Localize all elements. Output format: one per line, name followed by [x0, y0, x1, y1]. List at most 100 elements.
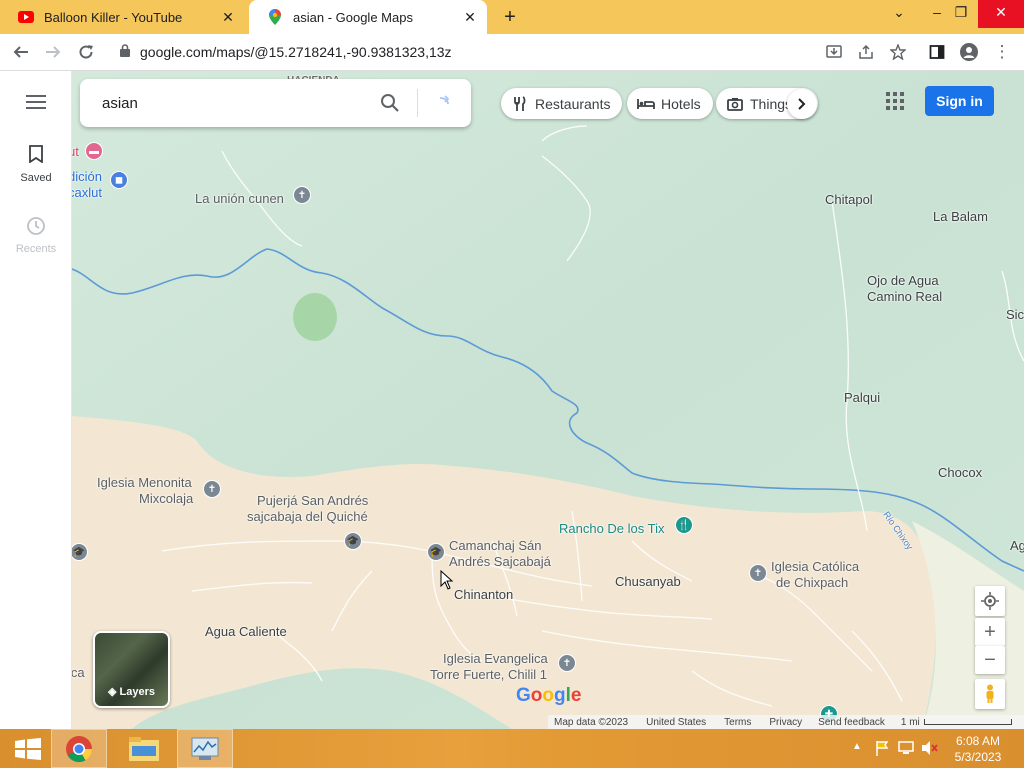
bed-icon: [637, 98, 655, 110]
volume-muted-icon[interactable]: [921, 740, 939, 761]
maps-side-rail: Saved Recents: [0, 71, 72, 729]
windows-start-icon[interactable]: [0, 729, 56, 768]
place-label[interactable]: La unión cunen: [195, 191, 284, 207]
camera-icon: [726, 97, 744, 111]
place-label[interactable]: Iglesia Evangelica: [443, 651, 548, 667]
saved-button[interactable]: Saved: [0, 145, 72, 184]
shopping-pin-icon[interactable]: ◼: [110, 171, 128, 189]
chip-restaurants[interactable]: Restaurants: [501, 88, 623, 119]
place-label[interactable]: caxlut: [72, 185, 102, 201]
church-pin-icon[interactable]: ✝: [203, 480, 221, 498]
town-label: Ojo de Agua: [867, 273, 939, 288]
close-icon[interactable]: ✕: [217, 9, 239, 26]
chrome-taskbar-icon[interactable]: [51, 729, 107, 768]
place-label[interactable]: Camanchaj Sán: [449, 538, 542, 554]
place-label[interactable]: Mixcolaja: [139, 491, 193, 507]
action-center-flag-icon[interactable]: [874, 740, 890, 761]
town-label: Chocox: [938, 465, 983, 480]
chip-label: Things: [750, 95, 793, 112]
search-icon[interactable]: [380, 93, 400, 118]
place-label[interactable]: de Chixpach: [776, 575, 848, 591]
maps-pin-icon: [267, 9, 283, 25]
place-label[interactable]: dición: [72, 169, 102, 185]
restaurant-pin-icon[interactable]: 🍴: [675, 516, 693, 534]
scale-label[interactable]: 1 mi: [901, 717, 920, 728]
address-bar[interactable]: google.com/maps/@15.2718241,-90.9381323,…: [108, 37, 908, 67]
zoom-out-button[interactable]: −: [975, 646, 1005, 674]
install-app-icon[interactable]: [821, 39, 847, 65]
clock-time: 6:08 AM: [955, 734, 1001, 748]
church-pin-icon[interactable]: ✝: [293, 186, 311, 204]
hotel-pin-icon[interactable]: ▬: [85, 142, 103, 160]
show-hidden-icons[interactable]: ▲: [852, 741, 862, 752]
sign-in-button[interactable]: Sign in: [925, 86, 994, 116]
browser-toolbar: google.com/maps/@15.2718241,-90.9381323,…: [0, 34, 1024, 71]
tab-title: Balloon Killer - YouTube: [44, 9, 183, 25]
place-label[interactable]: ut: [72, 144, 79, 160]
bookmark-star-icon[interactable]: [885, 39, 911, 65]
map-canvas[interactable]: ut ▬ dición caxlut ◼ HACIENDA ✝ La unión…: [72, 71, 1024, 729]
place-label[interactable]: sajcabaja del Quiché: [247, 509, 368, 525]
restore-button[interactable]: ❐: [944, 0, 978, 28]
new-tab-button[interactable]: +: [500, 6, 520, 28]
file-explorer-icon[interactable]: [116, 729, 172, 768]
apps-grid-icon[interactable]: [886, 92, 904, 115]
forward-arrow-icon[interactable]: [40, 39, 66, 65]
reload-icon[interactable]: [73, 39, 99, 65]
place-label[interactable]: Iglesia Católica: [771, 559, 859, 575]
map-data-text: Map data ©2023: [554, 716, 629, 728]
close-icon[interactable]: ✕: [459, 9, 481, 26]
place-label[interactable]: Rancho De los Tix: [559, 521, 665, 537]
windows-taskbar: ▲ 6:08 AM 5/3/2023: [0, 729, 1024, 768]
place-label[interactable]: Torre Fuerte, Chilil 1: [430, 667, 547, 683]
my-location-icon[interactable]: [975, 586, 1005, 616]
layers-icon: ◈: [108, 686, 120, 698]
privacy-link[interactable]: Privacy: [769, 717, 802, 728]
country-link[interactable]: United States: [646, 717, 706, 728]
place-label[interactable]: ica: [72, 665, 85, 681]
chip-label: Hotels: [661, 95, 701, 112]
search-box: [80, 79, 471, 127]
place-label[interactable]: Pujerjá San Andrés: [257, 493, 368, 509]
saved-label: Saved: [20, 172, 52, 184]
profile-icon[interactable]: [956, 39, 982, 65]
divider: [417, 89, 418, 117]
tab-search-icon[interactable]: ⌄: [882, 0, 916, 28]
school-pin-icon[interactable]: 🎓: [344, 532, 362, 550]
layers-button[interactable]: ◈ Layers: [93, 631, 170, 708]
church-pin-icon[interactable]: ✝: [749, 564, 767, 582]
history-icon: [0, 216, 72, 239]
directions-icon[interactable]: [436, 93, 456, 118]
tab-title: asian - Google Maps: [293, 9, 413, 25]
chevron-right-icon[interactable]: [787, 89, 817, 119]
town-label: Chitapol: [825, 192, 873, 207]
hamburger-menu-icon[interactable]: [0, 95, 72, 112]
search-input[interactable]: [102, 91, 372, 115]
task-manager-icon[interactable]: [177, 729, 233, 768]
clock-date: 5/3/2023: [954, 750, 1002, 764]
town-label: Agua Caliente: [205, 624, 287, 639]
menu-dots-icon[interactable]: ⋮: [989, 39, 1015, 65]
place-label[interactable]: Iglesia Menonita: [97, 475, 192, 491]
chip-hotels[interactable]: Hotels: [627, 88, 713, 119]
back-arrow-icon[interactable]: [8, 39, 34, 65]
school-pin-icon[interactable]: 🎓: [427, 543, 445, 561]
google-logo: Google: [516, 685, 582, 706]
pegman-icon[interactable]: [975, 679, 1005, 709]
send-feedback-link[interactable]: Send feedback: [818, 717, 885, 728]
side-panel-icon[interactable]: [924, 39, 950, 65]
share-icon[interactable]: [853, 39, 879, 65]
town-label: Palqui: [844, 390, 881, 405]
zoom-in-button[interactable]: +: [975, 618, 1005, 646]
window-close-button[interactable]: ✕: [978, 0, 1024, 28]
bookmark-icon: [0, 145, 72, 166]
terms-link[interactable]: Terms: [724, 717, 751, 728]
place-label[interactable]: Andrés Sajcabajá: [449, 554, 551, 570]
network-icon[interactable]: [898, 740, 914, 761]
tab-google-maps[interactable]: asian - Google Maps ✕: [249, 0, 487, 34]
town-label: Chinanton: [454, 587, 514, 602]
church-pin-icon[interactable]: ✝: [558, 654, 576, 672]
clock[interactable]: 6:08 AM 5/3/2023: [948, 733, 1008, 765]
tab-youtube[interactable]: Balloon Killer - YouTube ✕: [0, 0, 245, 34]
recents-button[interactable]: Recents: [0, 216, 72, 255]
